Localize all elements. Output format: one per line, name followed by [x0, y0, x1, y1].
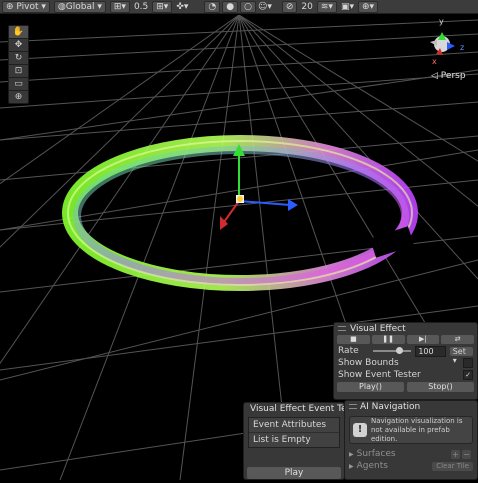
- space-dropdown[interactable]: ◍Global ▾: [53, 0, 106, 13]
- ai-navigation-panel: AI Navigation ! Navigation visualization…: [344, 400, 478, 480]
- pivot-icon: ⊕: [6, 1, 14, 12]
- rate-label: Rate: [338, 346, 359, 356]
- remove-icon[interactable]: −: [462, 449, 471, 459]
- info-icon: !: [353, 423, 367, 437]
- show-bounds-label: Show Bounds: [338, 358, 399, 368]
- play-button[interactable]: Play(): [337, 382, 404, 392]
- lighting-button[interactable]: ○: [240, 0, 256, 13]
- add-gizmo-button[interactable]: ⊕▾: [357, 0, 379, 13]
- visibility-button[interactable]: ⊘: [281, 0, 298, 13]
- transform-icon: ⊕: [14, 92, 23, 102]
- step-button[interactable]: ▶|: [406, 335, 440, 344]
- persp-text: Persp: [440, 71, 466, 81]
- pause-button[interactable]: ❚❚: [371, 335, 405, 344]
- list-item[interactable]: Event Attributes: [249, 418, 339, 433]
- stop-button[interactable]: ■: [337, 335, 370, 344]
- visual-effect-panel: Visual Effect ■ ❚❚ ▶| ⇄ Rate 100 Set ▾ S…: [333, 322, 478, 400]
- pivot-dropdown[interactable]: ⊕ Pivot ▾: [2, 0, 50, 13]
- shading-controls: ◔ ● ○ ☺▾: [204, 0, 272, 13]
- event-tester-title: Visual Effect Event Tes: [250, 403, 344, 414]
- surfaces-label[interactable]: Surfaces: [357, 449, 396, 459]
- z-axis-arrow: [288, 199, 298, 211]
- rect-tool[interactable]: ▭: [9, 78, 28, 91]
- hand-tool[interactable]: ✋: [9, 26, 28, 39]
- hand-icon: ✋: [12, 27, 25, 37]
- rotate-tool[interactable]: ↻: [9, 52, 28, 65]
- scene-tools-button[interactable]: ✜▾: [176, 2, 188, 12]
- globe-icon: ◍: [57, 1, 66, 12]
- agents-label[interactable]: Agents: [357, 461, 388, 471]
- gizmo-y-label: y: [439, 17, 444, 26]
- event-list: Event Attributes List is Empty: [248, 417, 340, 448]
- event-play-button[interactable]: Play: [247, 467, 341, 479]
- camera-icon: ▣▾: [340, 1, 354, 12]
- plus-icon: ⊕▾: [357, 0, 379, 13]
- clear-button[interactable]: Clear Tile: [432, 461, 473, 471]
- list-item: List is Empty: [253, 435, 311, 445]
- eye-icon: ⊘: [281, 0, 298, 13]
- rotate-icon: ↻: [14, 53, 23, 63]
- move-icon: ✥: [14, 40, 23, 50]
- wireframe-button[interactable]: ◔: [204, 0, 221, 13]
- foldout-icon[interactable]: ▶: [349, 451, 354, 458]
- render-mode-button[interactable]: ☺▾: [258, 2, 272, 12]
- gizmos-button[interactable]: ≋▾: [316, 0, 337, 13]
- gizmo-z-label: z: [460, 43, 464, 52]
- space-label: Global: [65, 1, 95, 12]
- stop-button-2[interactable]: Stop(): [407, 382, 474, 392]
- gizmo-x-label: x: [432, 57, 437, 66]
- scene-toolbar: ⊕ Pivot ▾ ◍Global ▾ ⊞▾ 0.5 ⊞▾ ✜▾ ◔ ● ○ ☺…: [0, 0, 478, 14]
- rate-input[interactable]: 100: [415, 345, 446, 357]
- camera-button[interactable]: ▣▾: [341, 2, 354, 12]
- scale-icon: ⊡: [14, 66, 23, 76]
- orientation-gizmo[interactable]: y z x: [430, 17, 464, 66]
- tools-palette: ✋ ✥ ↻ ⊡ ▭ ⊕: [8, 25, 29, 104]
- persp-label[interactable]: ◁ Persp: [431, 71, 466, 81]
- drag-handle[interactable]: [338, 326, 346, 331]
- persp-menu-icon: ◁: [431, 71, 441, 81]
- layer-count-label: 20: [301, 1, 313, 12]
- info-message: ! Navigation visualization is not availa…: [349, 416, 473, 444]
- info-message-text: Navigation visualization is not availabl…: [371, 416, 463, 443]
- nav-drag-handle[interactable]: [349, 404, 357, 409]
- rect-icon: ▭: [14, 79, 23, 89]
- pivot-label: Pivot: [16, 1, 39, 12]
- visual-effect-title: Visual Effect: [350, 323, 406, 334]
- snap-value-label: 0.5: [133, 1, 149, 12]
- ai-navigation-title: AI Navigation: [360, 401, 421, 412]
- snap-icon: ⊞▾: [109, 0, 130, 13]
- event-tester-panel: Visual Effect Event Tes Event Attributes…: [243, 402, 345, 480]
- show-bounds-checkbox[interactable]: [463, 358, 473, 368]
- show-event-tester-checkbox[interactable]: ✓: [463, 370, 473, 380]
- scale-tool[interactable]: ⊡: [9, 65, 28, 78]
- layers-icon: ≋▾: [316, 0, 337, 13]
- layer-count[interactable]: 20: [301, 2, 312, 12]
- transform-tool[interactable]: ⊕: [9, 91, 28, 103]
- move-tool[interactable]: ✥: [9, 39, 28, 52]
- foldout-icon[interactable]: ▶: [349, 463, 354, 470]
- rate-slider-knob[interactable]: [396, 347, 404, 354]
- shaded-button[interactable]: ●: [222, 0, 239, 13]
- add-icon[interactable]: +: [451, 449, 460, 459]
- restart-button[interactable]: ⇄: [441, 335, 474, 344]
- snap-value[interactable]: 0.5: [134, 2, 148, 12]
- tools-icon: ✜▾: [176, 1, 189, 12]
- grid-snap-button[interactable]: ⊞▾: [152, 0, 173, 13]
- set-dropdown[interactable]: Set ▾: [449, 346, 473, 365]
- rate-slider[interactable]: [372, 347, 412, 354]
- show-event-tester-label: Show Event Tester: [338, 370, 421, 380]
- snap-toggle[interactable]: ⊞▾: [109, 0, 130, 13]
- grid-icon: ⊞▾: [152, 0, 173, 13]
